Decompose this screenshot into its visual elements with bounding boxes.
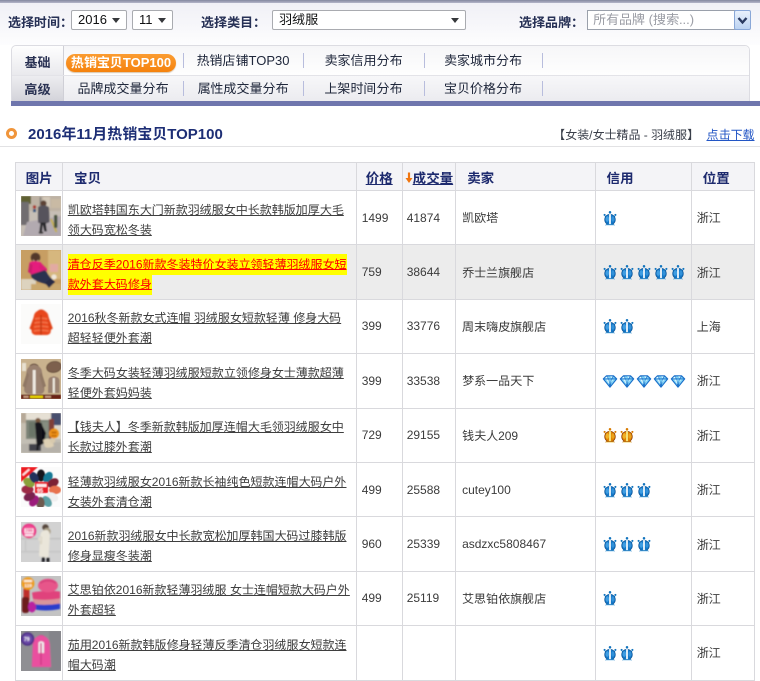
svg-text:95: 95 — [37, 489, 43, 495]
svg-text:299: 299 — [25, 528, 33, 533]
svg-text:79: 79 — [24, 637, 30, 643]
svg-text:119: 119 — [24, 583, 32, 588]
